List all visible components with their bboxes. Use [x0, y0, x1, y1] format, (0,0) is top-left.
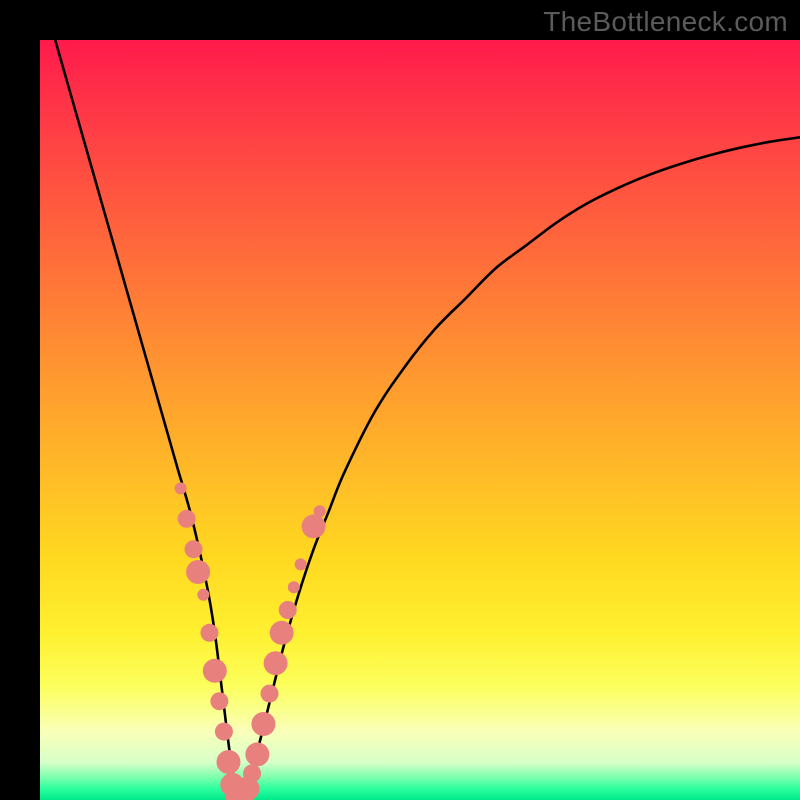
data-marker	[288, 581, 300, 593]
data-marker	[251, 712, 275, 736]
data-marker	[270, 621, 294, 645]
data-marker	[261, 685, 279, 703]
plot-area	[40, 40, 800, 800]
data-marker	[264, 651, 288, 675]
data-marker	[185, 540, 203, 558]
data-marker	[175, 482, 187, 494]
data-marker	[314, 505, 326, 517]
data-marker	[295, 558, 307, 570]
bottleneck-curve-path	[55, 40, 800, 800]
chart-frame: TheBottleneck.com	[0, 0, 800, 800]
data-marker	[178, 510, 196, 528]
data-marker	[200, 624, 218, 642]
watermark-text: TheBottleneck.com	[543, 6, 788, 38]
data-marker	[203, 659, 227, 683]
data-marker	[210, 692, 228, 710]
data-marker	[245, 742, 269, 766]
data-marker	[186, 560, 210, 584]
data-marker	[302, 514, 326, 538]
data-marker	[215, 723, 233, 741]
markers-group	[175, 482, 326, 800]
data-marker	[197, 589, 209, 601]
data-marker	[279, 601, 297, 619]
data-marker	[243, 764, 261, 782]
chart-svg	[40, 40, 800, 800]
data-marker	[216, 750, 240, 774]
